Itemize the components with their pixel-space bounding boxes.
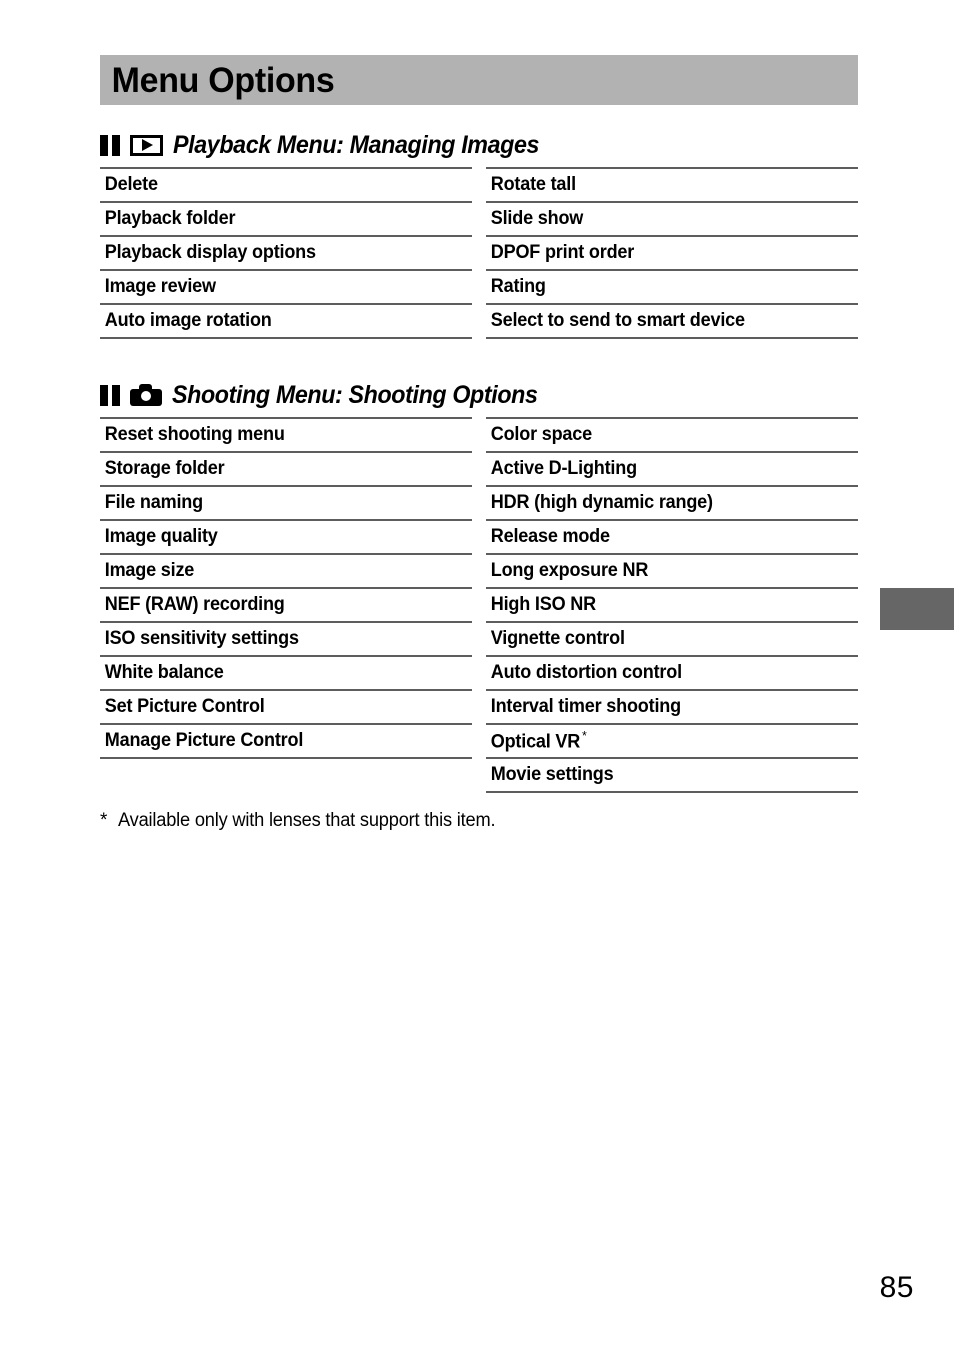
menu-row-label: White balance xyxy=(104,662,224,683)
two-bars-icon xyxy=(100,134,120,156)
menu-row-label: HDR (high dynamic range) xyxy=(490,492,713,513)
menu-row-label: High ISO NR xyxy=(490,594,596,615)
section-heading-label: Shooting Menu: Shooting Options xyxy=(172,380,538,409)
menu-row: Auto distortion control xyxy=(486,657,858,691)
page-title-bar: Menu Options xyxy=(100,55,858,105)
menu-column-right: Color space Active D-Lighting HDR (high dy… xyxy=(486,417,858,793)
menu-row: NEF (RAW) recording xyxy=(100,589,472,623)
menu-row-label: Color space xyxy=(490,424,592,445)
menu-row-label: Set Picture Control xyxy=(104,696,265,717)
menu-row: Interval timer shooting xyxy=(486,691,858,725)
menu-row: Long exposure NR xyxy=(486,555,858,589)
menu-row: White balance xyxy=(100,657,472,691)
menu-row: Image size xyxy=(100,555,472,589)
menu-row: Rotate tall xyxy=(486,169,858,203)
menu-row-label: Playback display options xyxy=(104,242,316,263)
menu-row-label: Rating xyxy=(490,276,546,297)
document-page: Menu Options Playback Menu: Managing Ima… xyxy=(0,0,954,1345)
menu-table-shooting: Reset shooting menu Storage folder File na… xyxy=(100,417,858,793)
menu-table-playback: Delete Playback folder Playback display op… xyxy=(100,167,858,339)
section-heading-playback: Playback Menu: Managing Images xyxy=(100,130,858,160)
menu-column-left: Reset shooting menu Storage folder File na… xyxy=(100,417,472,793)
menu-row: Active D-Lighting xyxy=(486,453,858,487)
menu-row-label: DPOF print order xyxy=(490,242,635,263)
menu-row-label: Delete xyxy=(104,174,158,195)
menu-row-label: Long exposure NR xyxy=(490,560,649,581)
menu-row-label: Optical VR * xyxy=(490,728,587,753)
menu-row-label: File naming xyxy=(104,492,203,513)
two-bars-icon xyxy=(100,384,120,406)
menu-row-label: Vignette control xyxy=(490,628,625,649)
menu-column-right: Rotate tall Slide show DPOF print order Rat… xyxy=(486,167,858,339)
section-heading-shooting: Shooting Menu: Shooting Options xyxy=(100,380,858,410)
section-shooting-menu: Shooting Menu: Shooting Options Reset sh… xyxy=(100,380,858,793)
menu-row: Playback folder xyxy=(100,203,472,237)
footnote: * Available only with lenses that suppor… xyxy=(100,810,511,832)
menu-row-label: NEF (RAW) recording xyxy=(104,594,285,615)
menu-row-label: ISO sensitivity settings xyxy=(104,628,299,649)
menu-row-label: Auto image rotation xyxy=(104,310,272,331)
menu-row: DPOF print order xyxy=(486,237,858,271)
menu-row: Image review xyxy=(100,271,472,305)
menu-row: Select to send to smart device xyxy=(486,305,858,339)
page-title: Menu Options xyxy=(111,60,335,100)
camera-icon xyxy=(130,384,162,406)
menu-row: HDR (high dynamic range) xyxy=(486,487,858,521)
menu-row-label: Reset shooting menu xyxy=(104,424,285,445)
menu-row: Rating xyxy=(486,271,858,305)
section-heading-label: Playback Menu: Managing Images xyxy=(173,130,540,159)
menu-row-label: Release mode xyxy=(490,526,610,547)
menu-row-label: Movie settings xyxy=(490,764,614,785)
menu-row-label: Manage Picture Control xyxy=(104,730,304,751)
menu-row: Slide show xyxy=(486,203,858,237)
menu-row-label: Interval timer shooting xyxy=(490,696,681,717)
page-number: 85 xyxy=(879,1271,914,1304)
edge-tab-marker xyxy=(880,588,954,630)
menu-row: Delete xyxy=(100,169,472,203)
menu-row-label: Active D-Lighting xyxy=(490,458,637,479)
menu-row: Set Picture Control xyxy=(100,691,472,725)
menu-row: Auto image rotation xyxy=(100,305,472,339)
menu-row: Reset shooting menu xyxy=(100,419,472,453)
section-playback-menu: Playback Menu: Managing Images Delete Pla… xyxy=(100,130,858,339)
footnote-marker: * xyxy=(100,810,108,831)
footnote-reference: * xyxy=(582,728,587,744)
menu-row: Storage folder xyxy=(100,453,472,487)
menu-row-label: Image size xyxy=(104,560,195,581)
footnote-text: Available only with lenses that support … xyxy=(118,810,496,831)
menu-column-left: Delete Playback folder Playback display op… xyxy=(100,167,472,339)
menu-row: Color space xyxy=(486,419,858,453)
menu-row-label: Storage folder xyxy=(104,458,225,479)
menu-row-label: Image review xyxy=(104,276,216,297)
playback-icon xyxy=(130,134,163,156)
menu-row: ISO sensitivity settings xyxy=(100,623,472,657)
menu-row: Optical VR * xyxy=(486,725,858,759)
menu-row: Movie settings xyxy=(486,759,858,793)
menu-row-label: Auto distortion control xyxy=(490,662,682,683)
menu-row-label: Select to send to smart device xyxy=(490,310,745,331)
menu-row-label: Image quality xyxy=(104,526,218,547)
menu-row: Release mode xyxy=(486,521,858,555)
menu-row: Manage Picture Control xyxy=(100,725,472,759)
menu-row: File naming xyxy=(100,487,472,521)
menu-row: Vignette control xyxy=(486,623,858,657)
menu-row-label: Rotate tall xyxy=(490,174,576,195)
menu-row: Image quality xyxy=(100,521,472,555)
menu-row-label: Slide show xyxy=(490,208,584,229)
menu-row-label: Playback folder xyxy=(104,208,236,229)
menu-row: High ISO NR xyxy=(486,589,858,623)
menu-row: Playback display options xyxy=(100,237,472,271)
